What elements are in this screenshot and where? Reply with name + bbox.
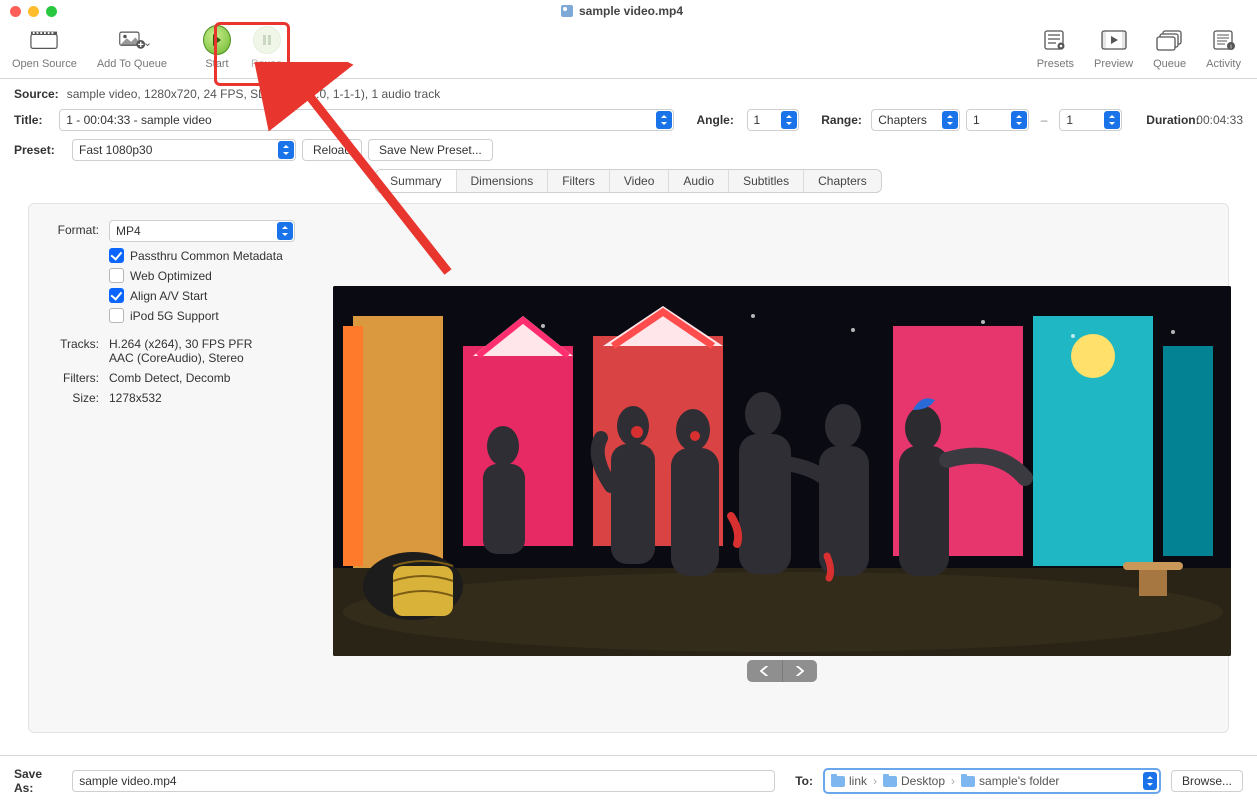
checkbox-checked-icon [109, 288, 124, 303]
preview-button[interactable]: Preview [1084, 22, 1143, 70]
pause-icon [253, 26, 281, 54]
close-window-button[interactable] [10, 6, 21, 17]
range-to-select[interactable]: 1 [1059, 109, 1122, 131]
to-label: To: [795, 774, 813, 788]
open-source-button[interactable]: Open Source [2, 22, 87, 70]
browse-button[interactable]: Browse... [1171, 770, 1243, 792]
queue-button[interactable]: Queue [1143, 22, 1196, 70]
zoom-window-button[interactable] [46, 6, 57, 17]
pause-button: Pause [241, 22, 292, 70]
chevron-updown-icon [277, 222, 293, 240]
preset-select[interactable]: Fast 1080p30 [72, 139, 296, 161]
save-as-input[interactable]: sample video.mp4 [72, 770, 775, 792]
range-type-select[interactable]: Chapters [871, 109, 960, 131]
document-icon [561, 5, 573, 17]
window-titlebar: sample video.mp4 [0, 0, 1257, 22]
prev-frame-button[interactable] [747, 660, 783, 682]
chevron-updown-icon [1011, 111, 1027, 129]
chevron-updown-icon [1143, 772, 1157, 790]
title-select[interactable]: 1 - 00:04:33 - sample video [59, 109, 674, 131]
start-button[interactable]: Start [193, 22, 241, 70]
next-frame-button[interactable] [783, 660, 818, 682]
summary-panel: Format: MP4 Passthru Common Metadata Web… [28, 203, 1229, 733]
presets-button[interactable]: Presets [1027, 22, 1084, 70]
preview-icon [1100, 28, 1128, 52]
folder-icon [883, 776, 897, 787]
chevron-down-icon[interactable]: ⌄ [143, 36, 152, 49]
activity-icon: i [1210, 28, 1238, 52]
chevron-updown-icon [656, 111, 672, 129]
checkbox-icon [109, 268, 124, 283]
passthru-checkbox-row[interactable]: Passthru Common Metadata [109, 248, 323, 263]
reload-button[interactable]: Reload [302, 139, 362, 161]
chevron-updown-icon [781, 111, 797, 129]
duration-value: 00:04:33 [1196, 113, 1243, 127]
format-select[interactable]: MP4 [109, 220, 295, 242]
window-controls [10, 6, 57, 17]
tracks-row: Tracks: H.264 (x264), 30 FPS PFR AAC (Co… [43, 337, 323, 365]
svg-text:i: i [1230, 45, 1231, 51]
save-new-preset-button[interactable]: Save New Preset... [368, 139, 493, 161]
save-as-label: Save As: [14, 767, 62, 795]
angle-select[interactable]: 1 [747, 109, 799, 131]
tabs: Summary Dimensions Filters Video Audio S… [375, 169, 882, 193]
destination-select[interactable]: link › Desktop › sample's folder [823, 768, 1161, 794]
align-av-checkbox-row[interactable]: Align A/V Start [109, 288, 323, 303]
play-icon [203, 25, 231, 55]
main-toolbar: Open Source ⌄ Add To Queue Start Paus [0, 22, 1257, 79]
activity-button[interactable]: i Activity [1196, 22, 1251, 70]
tab-dimensions[interactable]: Dimensions [457, 170, 549, 192]
chevron-updown-icon [278, 141, 294, 159]
minimize-window-button[interactable] [28, 6, 39, 17]
tab-summary[interactable]: Summary [376, 170, 456, 192]
tab-subtitles[interactable]: Subtitles [729, 170, 804, 192]
chevron-updown-icon [942, 111, 958, 129]
filters-row: Filters: Comb Detect, Decomb [43, 371, 323, 385]
list-gear-icon [1041, 28, 1069, 52]
window-title: sample video.mp4 [579, 4, 683, 18]
source-value: sample video, 1280x720, 24 FPS, SDR (8-b… [67, 87, 441, 101]
source-row: Source: sample video, 1280x720, 24 FPS, … [14, 87, 1243, 101]
video-preview [333, 286, 1231, 656]
bottom-bar: Save As: sample video.mp4 To: link › Des… [0, 755, 1257, 806]
checkbox-checked-icon [109, 248, 124, 263]
range-from-select[interactable]: 1 [966, 109, 1029, 131]
web-optimized-checkbox-row[interactable]: Web Optimized [109, 268, 323, 283]
film-icon [30, 28, 58, 52]
preview-pager [747, 660, 817, 682]
tab-chapters[interactable]: Chapters [804, 170, 881, 192]
stack-icon [1156, 28, 1184, 52]
checkbox-icon [109, 308, 124, 323]
tab-audio[interactable]: Audio [669, 170, 729, 192]
images-plus-icon [118, 28, 146, 52]
chevron-updown-icon [1104, 111, 1120, 129]
folder-icon [831, 776, 845, 787]
tab-video[interactable]: Video [610, 170, 669, 192]
tab-filters[interactable]: Filters [548, 170, 610, 192]
add-to-queue-button[interactable]: ⌄ Add To Queue [87, 22, 193, 70]
folder-icon [961, 776, 975, 787]
preset-row: Preset: Fast 1080p30 Reload Save New Pre… [14, 139, 1243, 161]
size-row: Size: 1278x532 [43, 391, 323, 405]
title-row: Title: 1 - 00:04:33 - sample video Angle… [14, 109, 1243, 131]
ipod-checkbox-row[interactable]: iPod 5G Support [109, 308, 323, 323]
